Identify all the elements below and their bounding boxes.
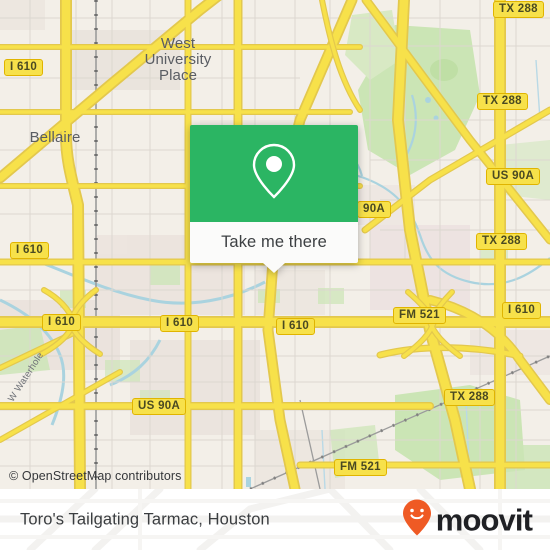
- shield-tx-288-top-right: TX 288: [493, 1, 544, 18]
- shield-tx-288-upper-right: TX 288: [477, 93, 528, 110]
- shield-tx-288-bottom-right: TX 288: [444, 389, 495, 406]
- openstreetmap-attribution[interactable]: © OpenStreetMap contributors: [9, 469, 182, 483]
- shield-tx-288-mid-right: TX 288: [476, 233, 527, 250]
- shield-us-90a-bottom-left: US 90A: [132, 398, 187, 415]
- moovit-smiling-pin-icon: [402, 498, 432, 541]
- moovit-logo[interactable]: moovit: [402, 498, 533, 541]
- shield-fm-521-bottom: FM 521: [334, 459, 387, 476]
- shield-i-610-center: I 610: [160, 315, 200, 332]
- place-label-bellaire: Bellaire: [29, 129, 81, 146]
- callout-pointer-tail: [263, 263, 285, 273]
- shield-i-610-left-upper: I 610: [10, 242, 50, 259]
- map-canvas[interactable]: West University Place Bellaire W Waterho…: [0, 0, 550, 489]
- shield-us-90a-center: 90A: [357, 201, 391, 218]
- shield-us-90a-right: US 90A: [486, 168, 541, 185]
- place-label-west-university-place: West University Place: [144, 35, 212, 84]
- footer-bar: Toro's Tailgating Tarmac, Houston moovit: [0, 489, 550, 550]
- place-title: Toro's Tailgating Tarmac, Houston: [20, 510, 270, 528]
- take-me-there-callout[interactable]: Take me there: [190, 125, 358, 273]
- shield-i-610-top-left: I 610: [4, 59, 44, 76]
- moovit-place-map-screenshot: West University Place Bellaire W Waterho…: [0, 0, 550, 550]
- callout-label: Take me there: [221, 233, 327, 251]
- shield-i-610-right: I 610: [502, 302, 542, 319]
- shield-fm-521-mid: FM 521: [393, 307, 446, 324]
- callout-action-panel[interactable]: Take me there: [190, 222, 358, 273]
- shield-i-610-center-right: I 610: [276, 318, 316, 335]
- map-pin-icon: [248, 140, 300, 207]
- moovit-wordmark: moovit: [435, 502, 533, 537]
- shield-i-610-left-lower: I 610: [42, 314, 82, 331]
- callout-icon-panel: [190, 125, 358, 222]
